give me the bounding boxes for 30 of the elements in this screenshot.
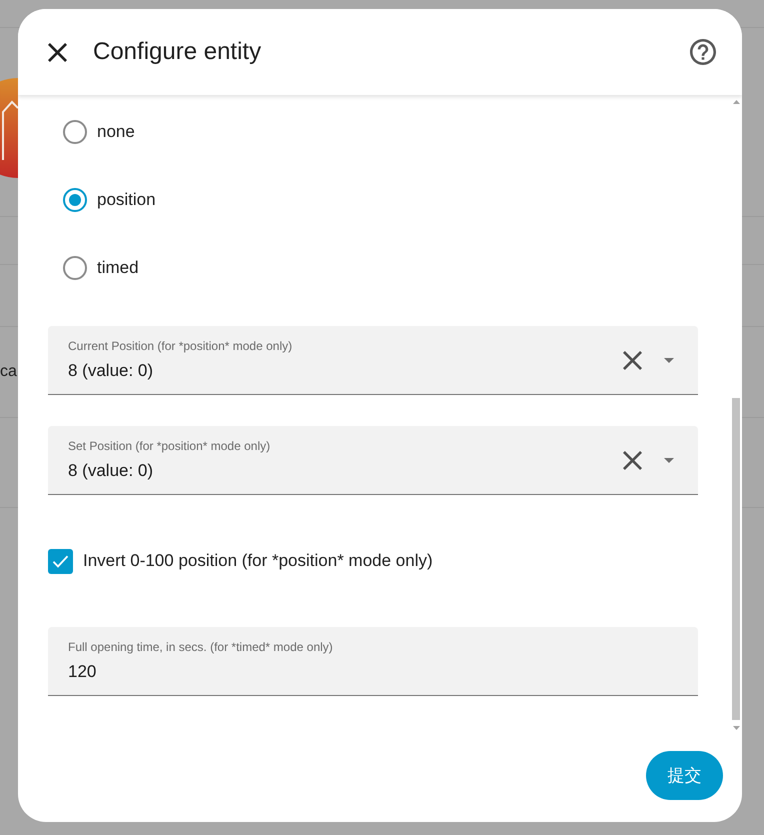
- radio-label: position: [97, 189, 156, 211]
- scrollbar-thumb[interactable]: [732, 398, 740, 720]
- checkbox-label: Invert 0-100 position (for *position* mode only): [83, 550, 433, 572]
- checkbox[interactable]: [48, 548, 73, 574]
- radio-label: timed: [97, 257, 139, 279]
- radio-label: none: [97, 121, 135, 143]
- clear-icon[interactable]: [623, 450, 642, 470]
- check-icon: [52, 554, 69, 568]
- radio-button[interactable]: [63, 256, 87, 280]
- field-value: 8 (value: 0): [68, 460, 154, 482]
- scroll-down-arrow-icon[interactable]: [732, 726, 740, 730]
- select-field[interactable]: Set Position (for *position* mode only) 8 (value: 0): [48, 426, 698, 495]
- dialog-title: Configure entity: [93, 37, 262, 67]
- dropdown-caret-icon[interactable]: [664, 358, 674, 362]
- list-item-text: ca: [0, 362, 17, 382]
- radio-button[interactable]: [63, 120, 87, 144]
- help-icon[interactable]: [690, 39, 716, 65]
- clear-icon[interactable]: [623, 350, 642, 370]
- close-icon[interactable]: [48, 42, 67, 62]
- text-field[interactable]: Full opening time, in secs. (for *timed* mode only) 120: [48, 627, 698, 696]
- dropdown-caret-icon[interactable]: [664, 458, 674, 462]
- radio-button[interactable]: [63, 188, 87, 212]
- field-value: 120: [68, 661, 98, 683]
- field-label: Current Position (for *position* mode only): [68, 338, 294, 354]
- select-field[interactable]: Current Position (for *position* mode only) 8 (value: 0): [48, 326, 698, 395]
- scroll-up-arrow-icon[interactable]: [732, 100, 740, 104]
- field-value: 8 (value: 0): [68, 360, 154, 382]
- house-icon: [0, 78, 18, 178]
- field-label: Full opening time, in secs. (for *timed* mode only): [68, 639, 334, 655]
- field-label: Set Position (for *position* mode only): [68, 438, 272, 454]
